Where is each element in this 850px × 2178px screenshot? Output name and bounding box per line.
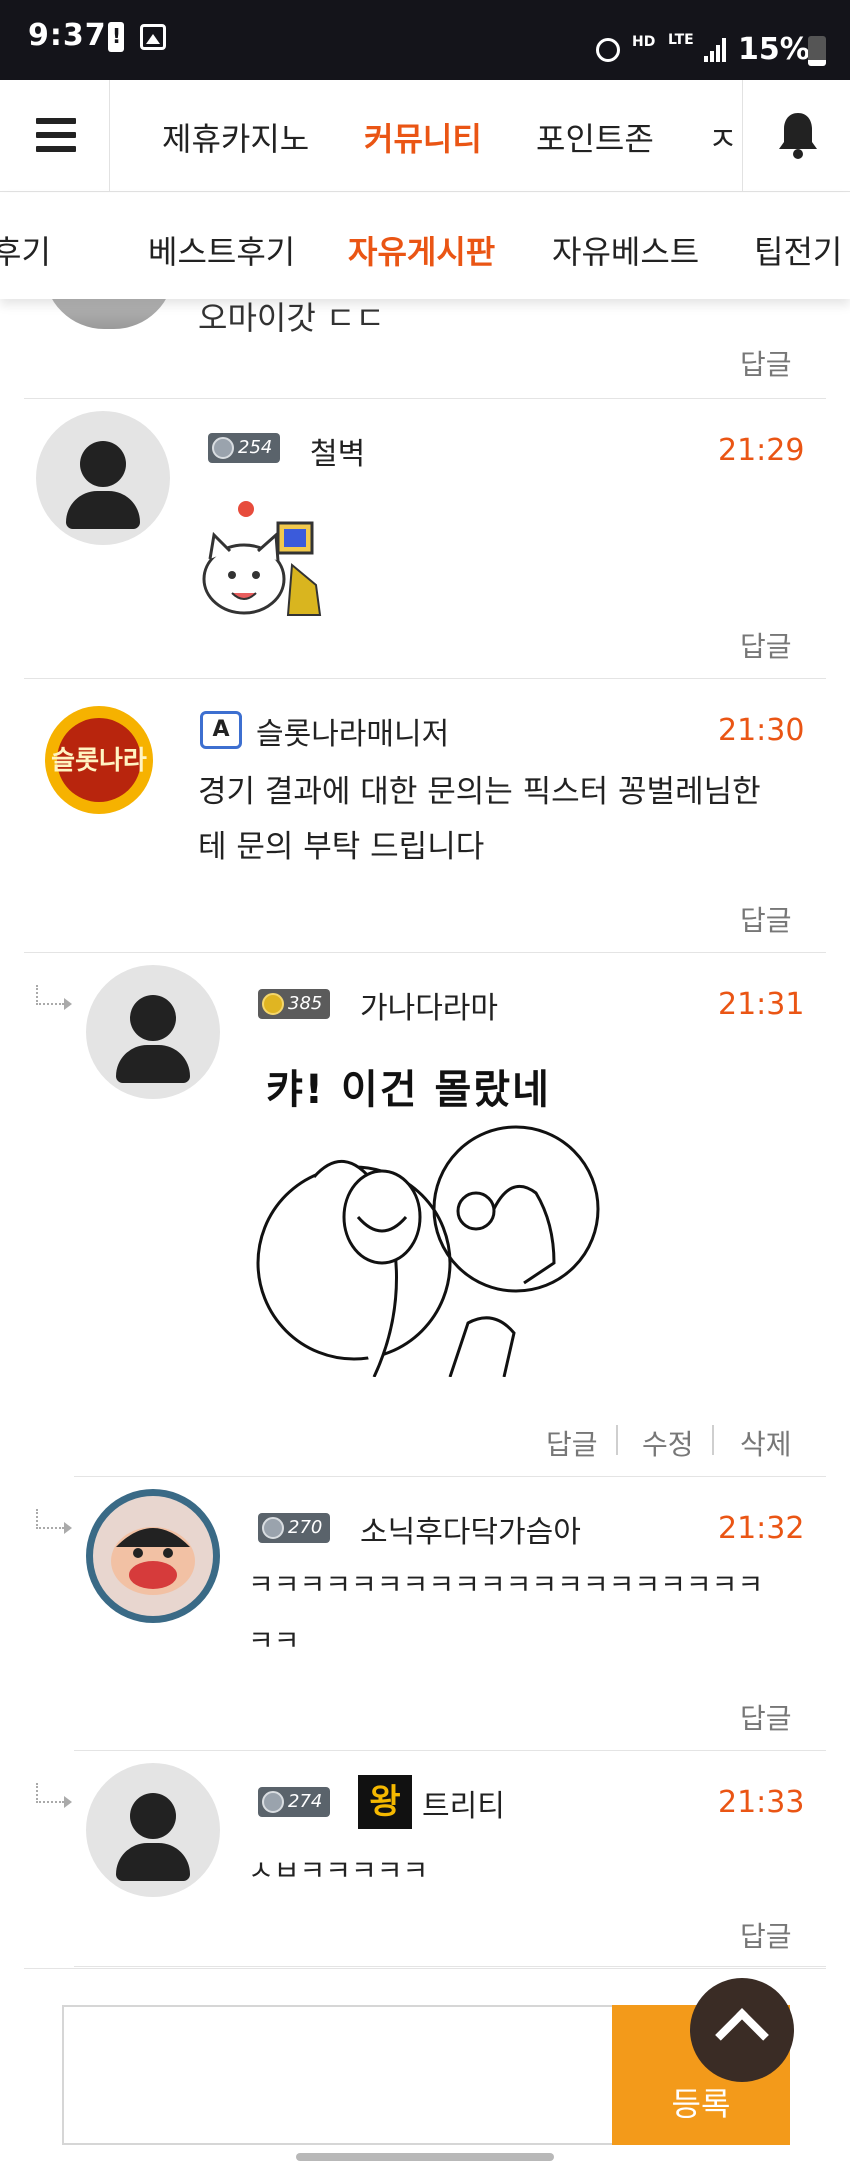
main-tabs: 제휴카지노 커뮤니티 포인트존 ㅈ bbox=[110, 80, 742, 191]
avatar[interactable] bbox=[36, 411, 170, 545]
cartoon-avatar bbox=[93, 1496, 213, 1616]
comment-item: 오마이갓 ㄷㄷ 답글 bbox=[24, 269, 826, 399]
tab-more[interactable]: ㅈ bbox=[708, 114, 737, 160]
comment-text: 오마이갓 ㄷㄷ bbox=[198, 299, 385, 337]
sub-tab-tips[interactable]: 팁전기 bbox=[754, 227, 842, 273]
sub-tab-free-best[interactable]: 자유베스트 bbox=[552, 227, 699, 273]
reply-indent-icon bbox=[36, 985, 72, 1010]
reply-indent-icon bbox=[36, 1783, 72, 1808]
avatar[interactable] bbox=[86, 1489, 220, 1623]
comment-time: 21:31 bbox=[718, 987, 805, 1022]
top-nav: 제휴카지노 커뮤니티 포인트존 ㅈ bbox=[0, 80, 850, 192]
avatar[interactable] bbox=[86, 965, 220, 1099]
admin-icon: A bbox=[200, 711, 242, 749]
avatar[interactable] bbox=[86, 1763, 220, 1897]
hd-voice-icon: HD bbox=[632, 34, 656, 50]
level-badge: 254 bbox=[208, 433, 281, 463]
comment-item: 385 가나다라마 21:31 캬! 이건 몰랐네 답글 수정 삭제 bbox=[74, 953, 826, 1477]
tab-point-zone[interactable]: 포인트존 bbox=[536, 114, 654, 160]
sub-tab-free-board[interactable]: 자유게시판 bbox=[348, 227, 495, 273]
hamburger-icon bbox=[36, 118, 76, 124]
comment-username[interactable]: 슬롯나라매니저 bbox=[256, 709, 449, 753]
gallery-icon bbox=[140, 24, 166, 50]
comment-item: 254 철벽 21:29 답글 bbox=[24, 399, 826, 679]
battery-alert-icon bbox=[108, 22, 124, 52]
comment-text: 경기 결과에 대한 문의는 픽스터 꽁벌레님한 bbox=[198, 774, 761, 810]
status-time: 9:37 bbox=[28, 18, 107, 53]
battery-icon bbox=[808, 36, 826, 66]
comment-username[interactable]: 가나다라마 bbox=[360, 983, 498, 1027]
status-bar: 9:37 HD LTE 15% bbox=[0, 0, 850, 80]
tab-affiliate-casino[interactable]: 제휴카지노 bbox=[162, 114, 309, 160]
delete-button[interactable]: 삭제 bbox=[740, 1423, 792, 1463]
comment-item: 270 소닉후다닥가슴아 21:32 ㅋㅋㅋㅋㅋㅋㅋㅋㅋㅋㅋㅋㅋㅋㅋㅋㅋㅋㅋㅋ … bbox=[74, 1477, 826, 1751]
cat-computer-sticker bbox=[202, 501, 322, 616]
reply-button[interactable]: 답글 bbox=[740, 899, 792, 939]
level-icon bbox=[212, 437, 234, 459]
lte-icon: LTE bbox=[668, 32, 694, 48]
comment-time: 21:33 bbox=[718, 1785, 805, 1820]
sub-tab-best-reviews[interactable]: 베스트후기 bbox=[148, 227, 295, 273]
alarm-icon bbox=[596, 38, 620, 62]
avatar[interactable]: 슬롯나라 bbox=[32, 693, 166, 827]
level-icon bbox=[262, 1517, 284, 1539]
comment-time: 21:30 bbox=[718, 713, 805, 748]
reply-button[interactable]: 답글 bbox=[740, 625, 792, 665]
reply-button[interactable]: 답글 bbox=[546, 1423, 598, 1463]
level-icon bbox=[262, 993, 284, 1015]
home-indicator[interactable] bbox=[296, 2153, 554, 2161]
comment-text: 테 문의 부탁 드립니다 bbox=[198, 829, 485, 865]
comment-username[interactable]: 철벽 bbox=[310, 429, 365, 473]
sticker-caption: 캬! 이건 몰랐네 bbox=[266, 1067, 551, 1113]
reply-indent-icon bbox=[36, 1509, 72, 1534]
signal-icon bbox=[704, 38, 726, 62]
comment-item: 슬롯나라 A 슬롯나라매니저 21:30 경기 결과에 대한 문의는 픽스터 꽁… bbox=[24, 679, 826, 953]
notification-button[interactable] bbox=[742, 80, 850, 191]
bell-icon bbox=[779, 113, 817, 159]
comment-time: 21:29 bbox=[718, 433, 805, 468]
comment-item: 274 왕 트리티 21:33 ㅅㅂㅋㅋㅋㅋㅋ 답글 bbox=[74, 1751, 826, 1967]
comment-text: ㅋㅋ bbox=[248, 1624, 300, 1657]
level-badge: 385 bbox=[258, 989, 331, 1019]
level-badge: 274 bbox=[258, 1787, 331, 1817]
reply-button[interactable]: 답글 bbox=[740, 1697, 792, 1737]
slotnara-logo: 슬롯나라 bbox=[45, 706, 153, 814]
scroll-to-top-button[interactable] bbox=[690, 1978, 794, 2082]
comment-text: ㅅㅂㅋㅋㅋㅋㅋ bbox=[248, 1854, 429, 1887]
level-icon bbox=[262, 1791, 284, 1813]
comment-username[interactable]: 트리티 bbox=[422, 1781, 505, 1825]
sub-nav: 후기 베스트후기 자유게시판 자유베스트 팁전기 bbox=[0, 193, 850, 299]
level-badge: 270 bbox=[258, 1513, 331, 1543]
battery-percent: 15% bbox=[738, 32, 810, 67]
surprised-man-sticker bbox=[256, 1125, 600, 1377]
tab-community[interactable]: 커뮤니티 bbox=[364, 114, 482, 160]
sub-tab-reviews[interactable]: 후기 bbox=[0, 227, 51, 273]
comment-text: ㅋㅋㅋㅋㅋㅋㅋㅋㅋㅋㅋㅋㅋㅋㅋㅋㅋㅋㅋㅋ bbox=[248, 1568, 764, 1601]
reply-button[interactable]: 답글 bbox=[740, 343, 792, 383]
reply-button[interactable]: 답글 bbox=[740, 1915, 792, 1955]
svg-text:슬롯나라: 슬롯나라 bbox=[51, 746, 147, 776]
comment-input[interactable] bbox=[62, 2005, 614, 2145]
hamburger-menu-button[interactable] bbox=[0, 80, 110, 191]
king-badge: 왕 bbox=[358, 1775, 412, 1829]
comment-time: 21:32 bbox=[718, 1511, 805, 1546]
comment-username[interactable]: 소닉후다닥가슴아 bbox=[360, 1507, 581, 1551]
edit-button[interactable]: 수정 bbox=[642, 1423, 694, 1463]
